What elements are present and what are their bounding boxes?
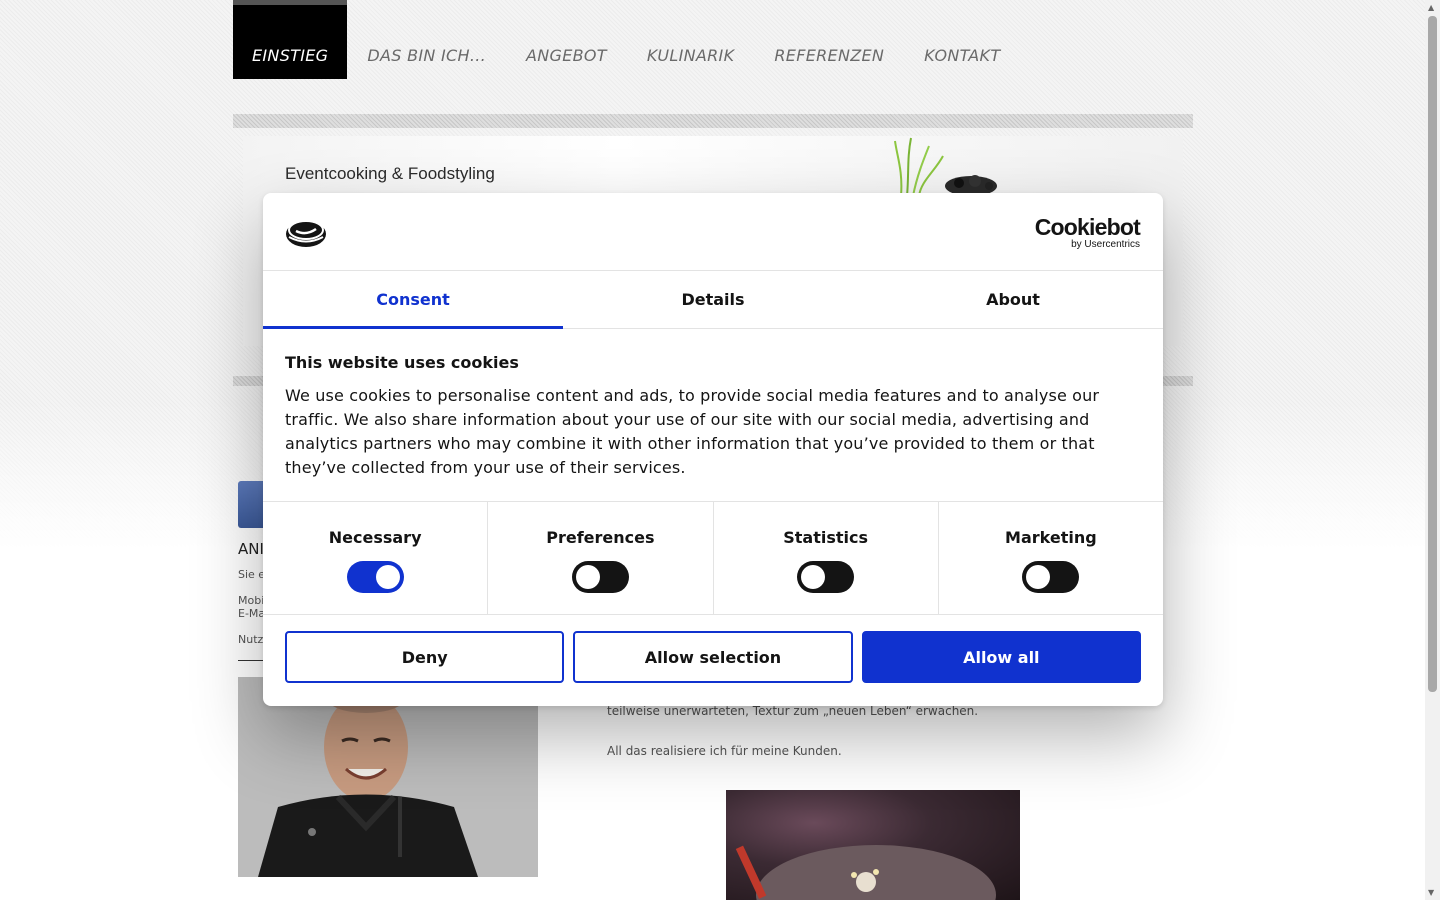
nav-item-label: ANGEBOT [526,46,607,65]
nav-item-label: KULINARIK [646,46,735,65]
nav-item-label: REFERENZEN [774,46,885,65]
page-scrollbar[interactable]: ▲ ▼ [1425,0,1440,900]
contact-mobile-text: Mobi [238,594,264,607]
banner-title: Eventcooking & Foodstyling [285,164,495,183]
tab-about[interactable]: About [863,271,1163,328]
body-text-line: teilweise unerwarteten, Textur zum „neue… [607,704,979,718]
category-statistics: Statistics [714,502,939,614]
nav-item-referenzen[interactable]: REFERENZEN [754,0,904,79]
allow-all-button[interactable]: Allow all [861,631,1141,683]
category-preferences: Preferences [488,502,714,614]
nav-item-kulinarik[interactable]: KULINARIK [627,0,755,79]
cookie-consent-dialog: Cookiebot by Usercentrics Consent Detail… [263,193,1163,706]
toggle-knob [801,565,826,589]
deny-button[interactable]: Deny [285,631,565,683]
category-necessary: Necessary [263,502,489,614]
contact-heading: ANI [238,540,264,558]
toggle-knob [1026,565,1051,589]
contact-usage-text: Nutz [238,633,264,646]
facebook-icon[interactable] [238,481,266,528]
dialog-title: This website uses cookies [285,353,519,372]
dialog-description: We use cookies to personalise content an… [285,386,1100,477]
contact-email-text: E-Ma [238,607,264,620]
category-label: Statistics [783,528,868,547]
main-navigation: EINSTIEG DAS BIN ICH... ANGEBOT KULINARI… [233,0,1020,79]
brand-name: Cookiebot [1034,214,1141,240]
contact-intro-text: Sie e [238,568,264,581]
header-stripe-top [233,114,1193,128]
herb-garnish-image [894,137,997,196]
nav-item-kontakt[interactable]: KONTAKT [904,0,1020,79]
allow-selection-button[interactable]: Allow selection [573,631,853,683]
tab-consent[interactable]: Consent [263,271,563,329]
brand-sub: by Usercentrics [1071,239,1140,250]
nav-item-das-bin-ich[interactable]: DAS BIN ICH... [347,0,506,79]
dialog-tabs: Consent Details About [263,271,1163,329]
nav-item-label: KONTAKT [924,46,1001,65]
scroll-down-icon[interactable]: ▼ [1428,888,1434,897]
cookie-logo-icon [286,220,326,247]
body-text-line: All das realisiere ich für meine Kunden. [607,744,842,758]
dialog-header: Cookiebot by Usercentrics [263,193,1163,271]
nav-item-label: EINSTIEG [252,46,329,65]
cookie-category-toggles: Necessary Preferences Statistics Marketi… [263,502,1163,615]
statistics-toggle[interactable] [797,561,855,593]
cookiebot-brand-logo: Cookiebot by Usercentrics [1034,214,1141,250]
category-label: Necessary [328,528,422,547]
scroll-up-icon[interactable]: ▲ [1428,3,1434,12]
category-label: Preferences [546,528,655,547]
chef-portrait-photo [238,677,538,877]
category-marketing: Marketing [939,502,1163,614]
food-photo-illustration [735,845,996,900]
marketing-toggle[interactable] [1022,561,1080,593]
preferences-toggle[interactable] [571,561,629,593]
dialog-body: This website uses cookies We use cookies… [263,329,1163,502]
category-label: Marketing [1005,528,1097,547]
toggle-knob [575,565,600,589]
nav-item-angebot[interactable]: ANGEBOT [506,0,627,79]
nav-item-einstieg[interactable]: EINSTIEG [233,0,348,79]
tab-details[interactable]: Details [563,271,863,328]
toggle-knob [375,565,400,589]
dialog-actions: Deny Allow selection Allow all [263,615,1163,683]
scrollbar-thumb[interactable] [1428,16,1437,692]
chef-portrait-illustration [238,677,538,877]
necessary-toggle[interactable] [346,561,404,593]
food-photo [726,790,1020,900]
nav-item-label: DAS BIN ICH... [367,46,486,65]
